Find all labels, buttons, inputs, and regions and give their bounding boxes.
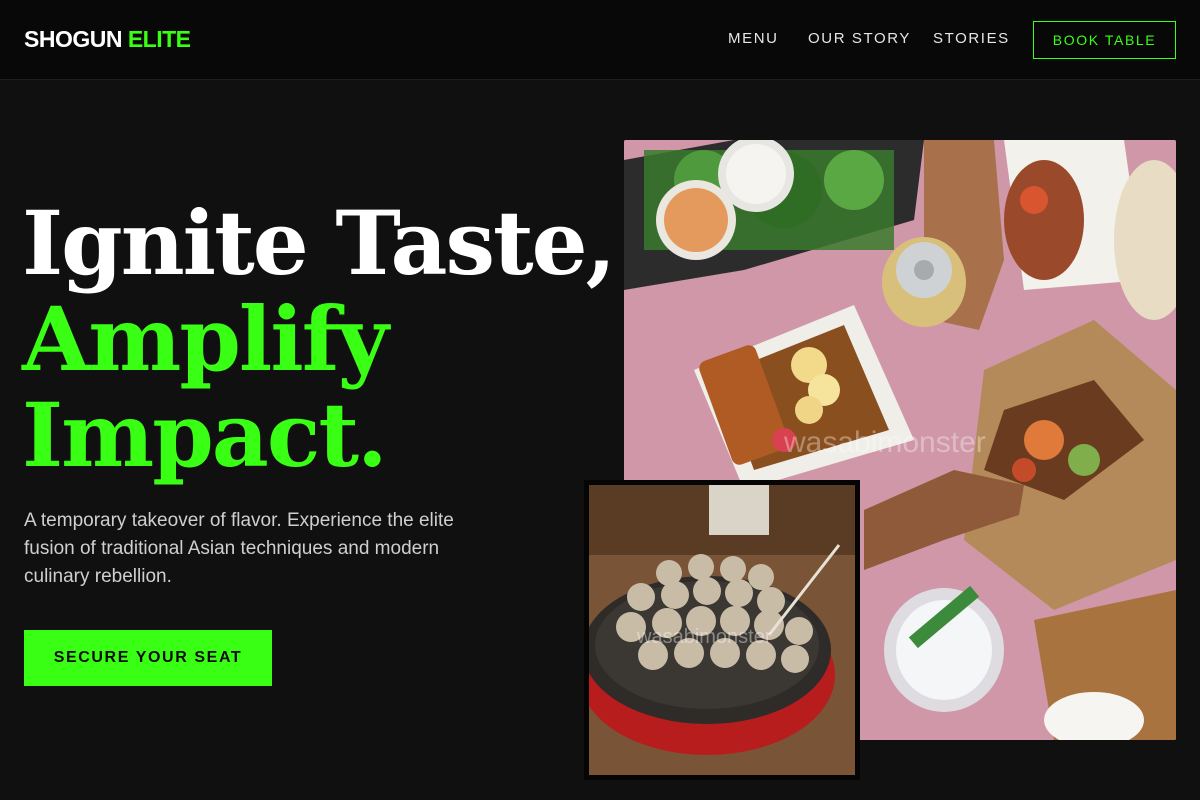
site-header: SHOGUN ELITE MENU OUR STORY STORIES BOOK… [0, 0, 1200, 80]
hero-subtitle: A temporary takeover of flavor. Experien… [24, 510, 454, 587]
brand-name-part1: SHOGUN [24, 26, 122, 52]
nav-link-stories[interactable]: STORIES [933, 30, 1010, 47]
book-table-button[interactable]: BOOK TABLE [1033, 21, 1176, 59]
takoyaki-inset-photo: wasabimonster [584, 480, 860, 780]
brand-name-part2: ELITE [127, 26, 191, 52]
nav-link-our-story[interactable]: OUR STORY [808, 30, 911, 47]
inset-photo-watermark: wasabimonster [636, 626, 772, 648]
hero-headline: Ignite Taste, Amplify Impact. [22, 191, 616, 487]
headline-line-2: Amplify [22, 287, 389, 391]
headline-line-1: Ignite Taste, [22, 191, 616, 295]
headline-line-3: Impact. [22, 383, 388, 487]
nav-link-menu[interactable]: MENU [728, 30, 779, 47]
secure-seat-button[interactable]: SECURE YOUR SEAT [24, 630, 272, 686]
main-photo-watermark: wasabimonster [783, 426, 986, 459]
brand-logo[interactable]: SHOGUN ELITE [24, 26, 191, 53]
